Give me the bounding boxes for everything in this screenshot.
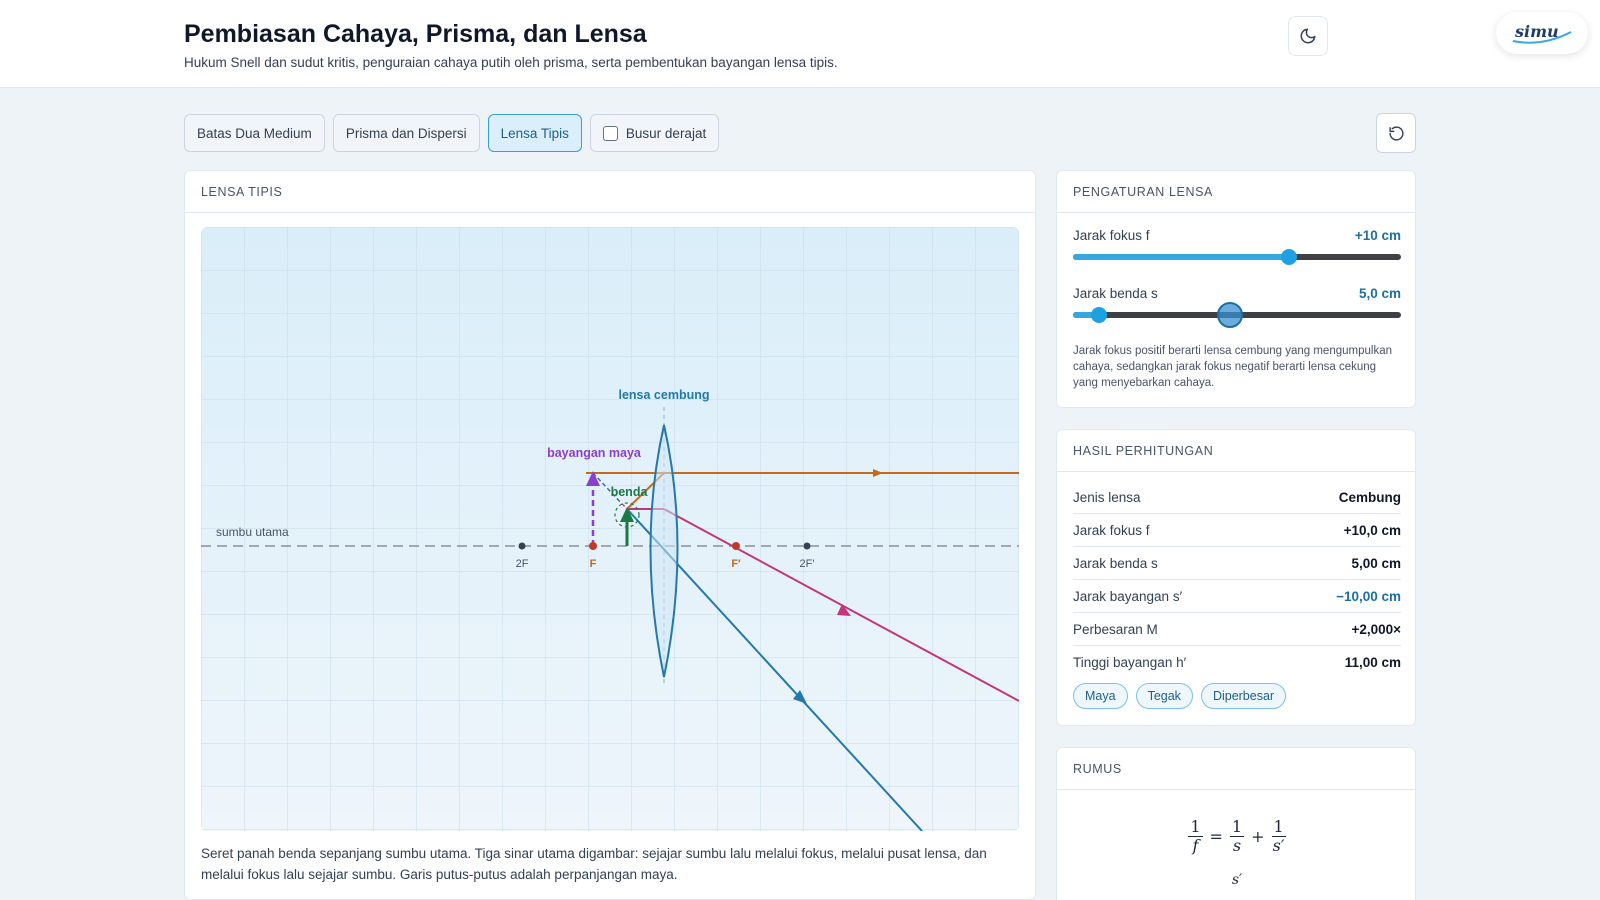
lens-formula: 1f = 1s + 1 s′ xyxy=(1188,817,1286,855)
chip-tegak: Tegak xyxy=(1135,683,1193,709)
point-f-left xyxy=(589,542,597,550)
result-row-image-distance: Jarak bayangan s′ −10,00 cm xyxy=(1073,580,1401,613)
image-property-chips: Maya Tegak Diperbesar xyxy=(1073,683,1287,709)
chip-maya: Maya xyxy=(1073,683,1128,709)
moon-icon xyxy=(1300,28,1316,44)
protractor-toggle[interactable]: Busur derajat xyxy=(589,114,720,152)
tab-lensa-tipis[interactable]: Lensa Tipis xyxy=(487,114,582,152)
label-f-left: F xyxy=(590,558,597,570)
focal-slider-thumb[interactable] xyxy=(1281,249,1298,265)
result-row-focal: Jarak fokus f +10,0 cm xyxy=(1073,514,1401,547)
lens-note: Jarak fokus positif berarti lensa cembun… xyxy=(1073,345,1392,389)
focal-label: Jarak fokus f xyxy=(1073,228,1150,243)
tab-batas-dua-medium[interactable]: Batas Dua Medium xyxy=(184,114,325,152)
svg-text:simu: simu xyxy=(1514,22,1559,41)
point-2f-left xyxy=(518,542,526,550)
formula-heading: RUMUS xyxy=(1057,748,1415,790)
protractor-checkbox[interactable] xyxy=(602,125,618,141)
focal-slider-fill xyxy=(1073,254,1290,260)
reset-icon xyxy=(1388,125,1404,141)
simu-logo[interactable]: simu xyxy=(1496,12,1588,54)
distance-slider-thumb[interactable] xyxy=(1091,307,1108,323)
tab-prisma-dispersi[interactable]: Prisma dan Dispersi xyxy=(332,114,480,152)
settings-heading: PENGATURAN LENSA xyxy=(1057,171,1415,213)
result-row-lens-type: Jenis lensa Cembung xyxy=(1073,481,1401,514)
lens-stage[interactable]: sumbu utama lensa cembung bayangan maya xyxy=(201,227,1019,831)
app-header: Pembiasan Cahaya, Prisma, dan Lensa Huku… xyxy=(0,0,1600,88)
label-2f-left: 2F xyxy=(516,558,529,570)
simulation-caption: Seret panah benda sepanjang sumbu utama.… xyxy=(201,846,987,882)
formula-panel: RUMUS 1f = 1s + 1 s′ s′ xyxy=(1056,747,1416,900)
theme-toggle-button[interactable] xyxy=(1288,16,1328,56)
point-f-right xyxy=(732,542,740,550)
distance-slider[interactable] xyxy=(1073,302,1401,328)
focal-slider[interactable] xyxy=(1073,249,1401,265)
result-row-image-height: Tinggi bayangan h′ 11,00 cm xyxy=(1073,655,1401,670)
focal-slider-row: Jarak fokus f +10 cm xyxy=(1073,228,1401,265)
distance-slider-hover-thumb[interactable] xyxy=(1217,302,1244,328)
lens-settings-panel: PENGATURAN LENSA Jarak fokus f +10 cm Ja… xyxy=(1056,170,1416,408)
chip-diperbesar: Diperbesar xyxy=(1200,683,1287,709)
focal-value: +10 cm xyxy=(1354,228,1401,243)
label-2f-right: 2F′ xyxy=(800,558,815,570)
results-panel: HASIL PERHITUNGAN Jenis lensa Cembung Jar… xyxy=(1056,429,1416,726)
distance-value: 5,0 cm xyxy=(1358,286,1401,301)
simulation-panel: LENSA TIPIS sumbu utama lensa cembung ba… xyxy=(184,170,1036,900)
result-row-magnification: Perbesaran M +2,000× xyxy=(1073,613,1401,646)
logo-mark: simu xyxy=(1512,22,1572,44)
distance-slider-row: Jarak benda s 5,0 cm xyxy=(1073,286,1401,328)
image-label: bayangan maya xyxy=(547,446,642,460)
simulation-heading: LENSA TIPIS xyxy=(185,171,1035,213)
ray-diagram[interactable]: sumbu utama lensa cembung bayangan maya xyxy=(201,227,1019,831)
mode-tabs: Batas Dua Medium Prisma dan Dispersi Len… xyxy=(184,114,720,152)
result-row-object-distance: Jarak benda s 5,00 cm xyxy=(1073,547,1401,580)
lens-label: lensa cembung xyxy=(619,388,710,402)
protractor-label: Busur derajat xyxy=(625,125,707,141)
reset-button[interactable] xyxy=(1376,113,1416,153)
axis-label: sumbu utama xyxy=(216,525,289,539)
object-label: benda xyxy=(611,485,649,499)
results-heading: HASIL PERHITUNGAN xyxy=(1057,430,1415,472)
magnification-formula-partial: s′ xyxy=(1231,872,1243,888)
page-subtitle: Hukum Snell dan sudut kritis, penguraian… xyxy=(184,55,838,70)
label-f-right: F′ xyxy=(731,558,741,570)
distance-label: Jarak benda s xyxy=(1073,286,1158,301)
point-2f-right xyxy=(803,542,811,550)
page-title: Pembiasan Cahaya, Prisma, dan Lensa xyxy=(184,20,647,48)
